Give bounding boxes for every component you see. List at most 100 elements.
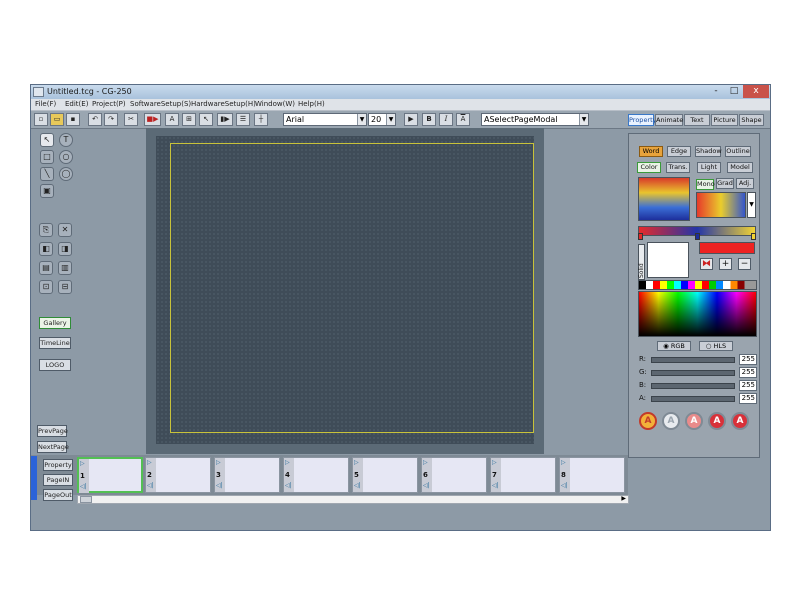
play-button[interactable]: ▶ [404, 113, 418, 126]
channel-slider[interactable] [651, 396, 735, 402]
next-page-button[interactable]: NextPage [37, 441, 69, 453]
tab-shape[interactable]: Shape [739, 114, 764, 126]
ungroup-icon[interactable]: ▥ [58, 261, 72, 275]
new-icon[interactable]: ▫ [34, 113, 48, 126]
gradient-stop[interactable] [751, 233, 756, 240]
grad-button[interactable]: Grad [716, 178, 734, 189]
tab-edge[interactable]: Edge [667, 146, 691, 157]
text-tool-icon[interactable]: T [59, 133, 73, 147]
bring-front-icon[interactable]: ◧ [39, 242, 53, 256]
channel-value[interactable]: 255 [739, 367, 757, 378]
timeline-frame[interactable]: ▷ 8 ◁| [559, 457, 625, 493]
tab-text[interactable]: Text [684, 114, 710, 126]
timeline-frame[interactable]: ▷ 1 ◁| [77, 457, 143, 493]
send-back-icon[interactable]: ◨ [58, 242, 72, 256]
lock-icon[interactable]: ⊡ [39, 280, 53, 294]
gradient-swatch[interactable] [696, 192, 746, 218]
text-box-icon[interactable]: A [165, 113, 179, 126]
record-icon[interactable]: ■▶ [144, 113, 161, 126]
chevron-down-icon[interactable]: ▼ [747, 192, 756, 218]
timeline-frame[interactable]: ▷ 5 ◁| [352, 457, 418, 493]
menu-hardware-setup[interactable]: HardwareSetup(H) [191, 100, 256, 108]
channel-value[interactable]: 255 [739, 354, 757, 365]
prev-page-button[interactable]: PrevPage [37, 425, 68, 437]
text-anchor-button[interactable]: A [456, 113, 470, 126]
tab-model[interactable]: Model [727, 162, 753, 173]
tab-property[interactable]: Property [628, 114, 657, 126]
page-in-button[interactable]: PageIN [43, 474, 73, 486]
minimize-button[interactable]: - [707, 85, 725, 98]
style-preset-1[interactable]: A [639, 412, 657, 430]
maximize-button[interactable]: □ [725, 85, 743, 98]
grid-icon[interactable]: ┼ [254, 113, 268, 126]
style-preset-2[interactable]: A [662, 412, 680, 430]
logo-button[interactable]: LOGO [39, 359, 71, 371]
line-tool-icon[interactable]: ╲ [40, 167, 54, 181]
style-preset-5[interactable]: A [731, 412, 749, 430]
menu-help[interactable]: Help(H) [298, 100, 325, 108]
tab-trans[interactable]: Trans. [666, 162, 690, 173]
rgb-radio[interactable]: ◉ RGB [657, 341, 691, 351]
group-icon[interactable]: ▤ [39, 261, 53, 275]
redo-icon[interactable]: ↷ [104, 113, 118, 126]
select-arrow-icon[interactable]: ↖ [40, 133, 54, 147]
mono-button[interactable]: Mono [696, 179, 715, 190]
tab-picture[interactable]: Picture [711, 114, 738, 126]
menu-window[interactable]: Window(W) [255, 100, 295, 108]
timeline-frame[interactable]: ▷ 6 ◁| [421, 457, 487, 493]
gallery-button[interactable]: Gallery [39, 317, 71, 329]
hls-radio[interactable]: ○ HLS [699, 341, 733, 351]
gradient-stop[interactable] [695, 233, 700, 240]
style-preset-3[interactable]: A [685, 412, 703, 430]
ellipse-tool-icon[interactable]: ○ [59, 150, 73, 164]
color-spectrum[interactable] [638, 291, 757, 337]
menu-edit[interactable]: Edit(E) [65, 100, 88, 108]
current-color-swatch[interactable] [699, 242, 755, 254]
pointer-icon[interactable]: ↖ [199, 113, 213, 126]
image-tool-icon[interactable]: ▣ [40, 184, 54, 198]
size-select[interactable]: 20 ▼ [368, 113, 396, 126]
adj-button[interactable]: Adj. [736, 178, 754, 189]
chevron-right-icon[interactable]: ▶ [621, 495, 626, 502]
tab-shadow[interactable]: Shadow [695, 146, 722, 157]
italic-button[interactable]: I [439, 113, 453, 126]
menu-file[interactable]: File(F) [35, 100, 56, 108]
unlock-icon[interactable]: ⊟ [58, 280, 72, 294]
color-palette-row[interactable] [638, 280, 757, 290]
menu-project[interactable]: Project(P) [92, 100, 126, 108]
add-color-button[interactable]: + [719, 258, 732, 270]
tab-animate[interactable]: Animate [655, 114, 683, 126]
timeline-frame[interactable]: ▷ 3 ◁| [214, 457, 280, 493]
reset-color-icon[interactable]: ⧓ [700, 258, 713, 270]
open-icon[interactable]: ▭ [50, 113, 64, 126]
cut-icon[interactable]: ✂ [124, 113, 138, 126]
modal-select[interactable]: ASelectPageModal ▼ [481, 113, 589, 126]
save-icon[interactable]: ▪ [66, 113, 80, 126]
channel-value[interactable]: 255 [739, 393, 757, 404]
scroll-thumb[interactable] [80, 496, 92, 503]
channel-value[interactable]: 255 [739, 380, 757, 391]
delete-icon[interactable]: ✕ [58, 223, 72, 237]
page-out-button[interactable]: PageOut [43, 489, 73, 501]
play-next-icon[interactable]: ▮▶ [217, 113, 233, 126]
tab-light[interactable]: Light [697, 162, 721, 173]
page-canvas[interactable] [156, 136, 534, 444]
timeline-button[interactable]: TimeLine [39, 337, 71, 349]
list-icon[interactable]: ☰ [236, 113, 250, 126]
undo-icon[interactable]: ↶ [88, 113, 102, 126]
gradient-stop[interactable] [638, 233, 643, 240]
circle-tool-icon[interactable]: ◯ [59, 167, 73, 181]
close-button[interactable]: x [743, 85, 769, 98]
timeline-frame[interactable]: ▷ 2 ◁| [145, 457, 211, 493]
tab-word[interactable]: Word [639, 146, 663, 157]
rectangle-tool-icon[interactable]: □ [40, 150, 54, 164]
timeline-frame[interactable]: ▷ 7 ◁| [490, 457, 556, 493]
timeline-frame[interactable]: ▷ 4 ◁| [283, 457, 349, 493]
channel-slider[interactable] [651, 383, 735, 389]
timeline-property-button[interactable]: Property [43, 459, 73, 471]
timeline-scrollbar[interactable]: ▶ [77, 495, 629, 504]
align-icon[interactable]: ⊞ [182, 113, 196, 126]
channel-slider[interactable] [651, 370, 735, 376]
channel-slider[interactable] [651, 357, 735, 363]
bold-button[interactable]: B [422, 113, 436, 126]
